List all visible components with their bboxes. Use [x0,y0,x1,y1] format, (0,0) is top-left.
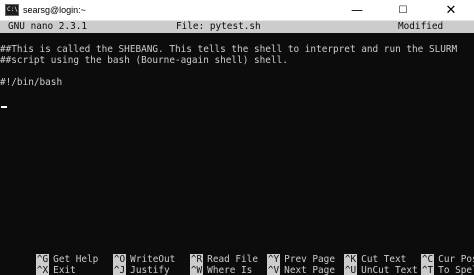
terminal-window: C:\ searsg@login:~ — ☐ ✕ GNU nano 2.3.1 … [0,0,474,275]
shortcut-key: ^T [420,265,435,275]
nano-version: GNU nano 2.3.1 [8,21,88,32]
shortcut-label: To Spell [438,265,474,275]
nano-modified-status: Modified [398,21,444,32]
minimize-button[interactable]: — [334,0,380,21]
buffer-line[interactable]: ##This is called the SHEBANG. This tells… [0,44,457,55]
text-cursor [1,106,7,108]
terminal-area[interactable]: GNU nano 2.3.1 File: pytest.sh Modified … [0,21,474,275]
shortcut-to-spell[interactable]: ^TTo Spell [387,254,474,275]
shortcut-exit[interactable]: ^X Exit [2,254,76,275]
nano-filename: File: pytest.sh [176,21,261,32]
shortcut-cur-pos[interactable]: ^C Cur Pos [387,243,474,265]
shortcut-label: Exit [53,265,76,275]
maximize-button[interactable]: ☐ [380,0,426,21]
nano-header-bar: GNU nano 2.3.1 File: pytest.sh Modified [0,21,474,33]
shortcut-key: ^V [266,265,281,275]
shortcut-key: ^W [189,265,204,275]
shortcut-key: ^J [112,265,127,275]
shortcut-key: ^X [35,265,50,275]
title-bar[interactable]: C:\ searsg@login:~ — ☐ ✕ [0,0,474,21]
terminal-app-icon[interactable]: C:\ [5,4,19,16]
buffer-line[interactable]: ##script using the bash (Bourne-again sh… [0,55,288,66]
window-title: searsg@login:~ [23,5,86,15]
shortcut-key: ^U [343,265,358,275]
close-button[interactable]: ✕ [428,0,474,21]
buffer-line[interactable]: #!/bin/bash [0,77,62,88]
